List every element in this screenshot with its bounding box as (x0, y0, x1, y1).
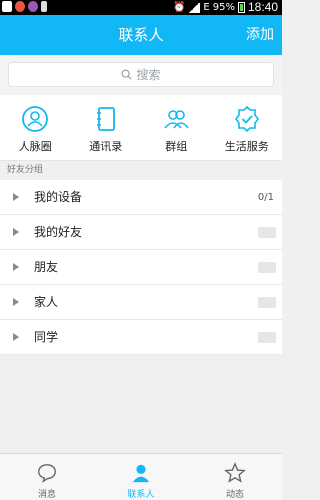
status-indicators: ⏰ E 95% 18:40 (173, 0, 278, 15)
group-icon (164, 110, 189, 129)
clock: 18:40 (247, 0, 278, 14)
tab-label: 联系人 (127, 490, 155, 500)
network-type-badge: E (203, 2, 210, 13)
usb-icon (41, 1, 47, 12)
quick-action-renmaiquan[interactable]: 人脉圈 (0, 95, 71, 160)
expand-arrow-icon (13, 263, 19, 271)
bottom-tab-bar: 消息 联系人 动态 (0, 453, 282, 500)
status-bar: ⏰ E 95% 18:40 (0, 0, 282, 15)
group-count-obscured (258, 227, 276, 238)
group-row-friends[interactable]: 朋友 (0, 250, 282, 285)
group-row-my-friends[interactable]: 我的好友 (0, 215, 282, 250)
quick-action-tongxunlu[interactable]: 通讯录 (71, 95, 142, 160)
tab-contacts[interactable]: 联系人 (94, 454, 188, 500)
service-badge-icon (234, 105, 259, 133)
tab-label: 消息 (37, 490, 56, 500)
group-row-family[interactable]: 家人 (0, 285, 282, 320)
search-input[interactable]: 搜索 (8, 62, 274, 87)
battery-percent: 95% (212, 2, 235, 13)
person-circle-icon (22, 106, 49, 132)
group-label: 同学 (34, 330, 59, 344)
quick-action-label: 通讯录 (89, 140, 123, 153)
chat-bubble-icon (38, 464, 56, 483)
expand-arrow-icon (13, 228, 19, 236)
group-label: 家人 (34, 295, 59, 309)
expand-arrow-icon (13, 298, 19, 306)
add-notification-icon (2, 1, 12, 12)
group-label: 我的设备 (34, 190, 83, 204)
quick-action-label: 人脉圈 (18, 140, 52, 153)
tab-moments[interactable]: 动态 (188, 454, 282, 500)
quick-actions: 人脉圈 通讯录 群组 生活服务 (0, 95, 282, 161)
quick-action-label: 群组 (165, 140, 188, 153)
quick-action-qunzu[interactable]: 群组 (141, 95, 212, 160)
expand-arrow-icon (13, 333, 19, 341)
app-notification-icon (15, 1, 25, 12)
group-count: 0/1 (257, 192, 274, 203)
star-icon (224, 462, 246, 483)
signal-icon (188, 2, 201, 13)
app-notification-icon-2 (28, 1, 38, 12)
battery-icon (237, 2, 245, 13)
friend-group-list: 我的设备 0/1 我的好友 朋友 家人 同学 (0, 180, 282, 355)
group-count-obscured (258, 332, 276, 343)
expand-arrow-icon (13, 193, 19, 201)
quick-action-shenghuofuwu[interactable]: 生活服务 (212, 95, 283, 160)
search-bar: 搜索 (0, 55, 282, 95)
notification-icons (2, 1, 47, 12)
group-row-my-devices[interactable]: 我的设备 0/1 (0, 180, 282, 215)
contacts-icon (132, 464, 150, 483)
tab-label: 动态 (225, 490, 244, 500)
group-label: 朋友 (34, 260, 59, 274)
group-count-obscured (258, 297, 276, 308)
title-bar: 联系人 添加 (0, 15, 282, 55)
group-count-obscured (258, 262, 276, 273)
tab-messages[interactable]: 消息 (0, 454, 94, 500)
search-icon (121, 69, 132, 80)
address-book-icon (96, 107, 115, 131)
page-title: 联系人 (118, 26, 164, 44)
section-header: 好友分组 (0, 161, 282, 180)
search-placeholder: 搜索 (136, 68, 161, 82)
quick-action-label: 生活服务 (224, 140, 269, 153)
group-label: 我的好友 (34, 225, 83, 239)
group-row-classmates[interactable]: 同学 (0, 320, 282, 355)
add-button[interactable]: 添加 (246, 15, 274, 55)
alarm-icon: ⏰ (172, 2, 186, 13)
